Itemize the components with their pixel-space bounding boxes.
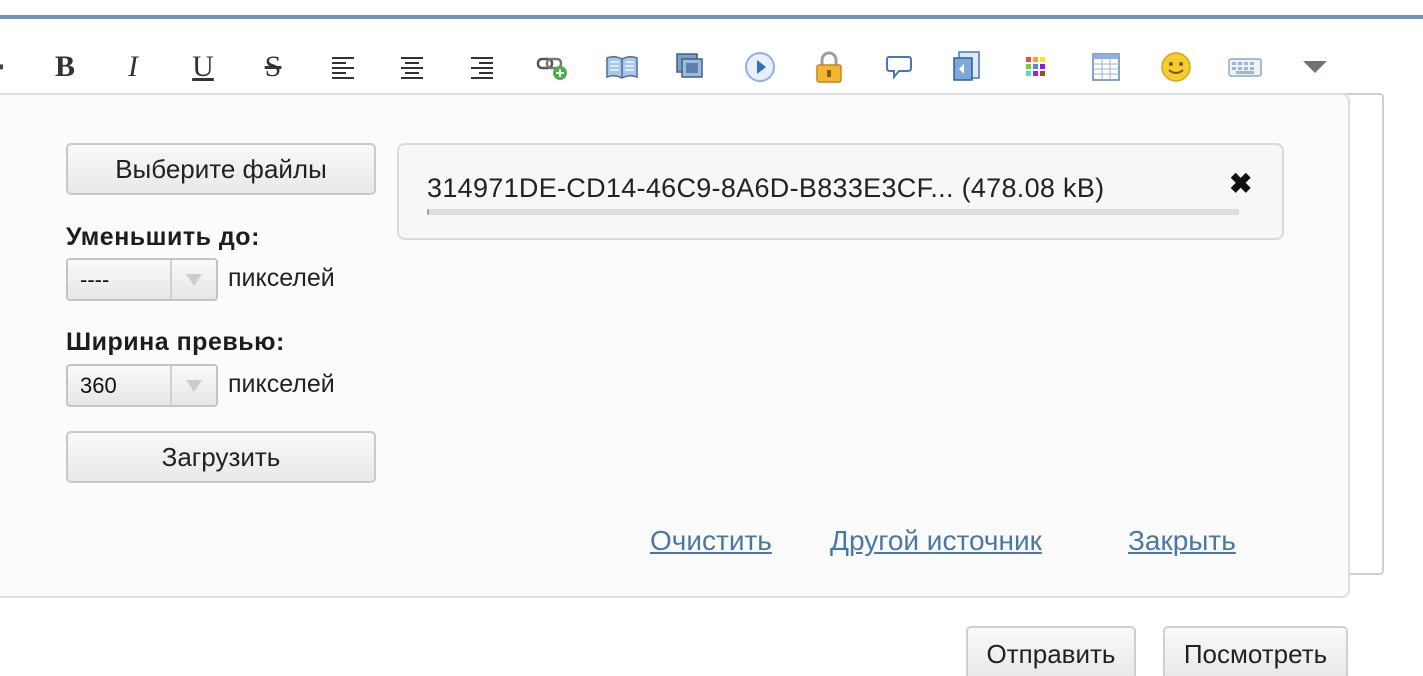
editor-toolbar: ▪ B I U S <box>0 40 1423 94</box>
speech-bubble-icon <box>886 56 912 80</box>
insert-document-button[interactable] <box>946 40 988 94</box>
strikethrough-label: S <box>264 50 282 83</box>
file-queue-item: 314971DE-CD14-46C9-8A6D-B833E3CF... (478… <box>397 143 1284 240</box>
insert-link-button[interactable] <box>531 40 573 94</box>
chevron-down-icon <box>186 273 202 286</box>
reduce-size-unit: пикселей <box>228 264 335 292</box>
upload-progress-fill <box>427 209 430 215</box>
align-center-icon <box>401 57 423 79</box>
smiley-icon <box>1161 52 1191 82</box>
align-left-icon <box>332 57 354 79</box>
submit-button[interactable]: Отправить <box>966 626 1136 676</box>
file-name: 314971DE-CD14-46C9-8A6D-B833E3CF... (478… <box>427 173 1105 203</box>
select-arrow <box>170 260 216 299</box>
book-icon <box>606 55 638 79</box>
preview-width-select[interactable]: 360 <box>66 364 218 407</box>
insert-smiley-button[interactable] <box>1155 40 1197 94</box>
table-icon <box>1092 53 1120 81</box>
underline-label: U <box>192 50 214 83</box>
top-divider <box>0 15 1423 19</box>
link-icon <box>536 57 567 80</box>
media-icon <box>745 52 775 82</box>
align-right-button[interactable] <box>461 40 503 94</box>
preview-width-value: 360 <box>80 373 117 398</box>
image-icon <box>676 53 703 78</box>
close-link[interactable]: Закрыть <box>1128 525 1236 557</box>
more-tools-button[interactable] <box>1294 40 1336 94</box>
strikethrough-button[interactable]: S <box>252 40 294 94</box>
insert-book-button[interactable] <box>601 40 643 94</box>
select-arrow <box>170 366 216 405</box>
color-grid-icon <box>1026 57 1045 76</box>
bold-label: B <box>54 50 75 83</box>
upload-button[interactable]: Загрузить <box>66 431 376 483</box>
clipped-toolbar-icon: ▪ <box>0 56 5 78</box>
italic-button[interactable]: I <box>112 40 154 94</box>
chevron-down-icon <box>186 379 202 392</box>
align-right-icon <box>471 57 493 79</box>
insert-lock-button[interactable] <box>808 40 850 94</box>
reduce-size-value: ---- <box>80 267 110 292</box>
insert-image-button[interactable] <box>670 40 712 94</box>
remove-file-icon[interactable]: ✖ <box>1229 167 1252 200</box>
choose-files-button[interactable]: Выберите файлы <box>66 143 376 195</box>
choose-files-label: Выберите файлы <box>115 153 327 184</box>
preview-width-unit: пикселей <box>228 370 335 398</box>
bold-button[interactable]: B <box>44 40 86 94</box>
lock-icon <box>816 51 842 83</box>
reduce-size-label: Уменьшить до: <box>66 223 260 251</box>
align-center-button[interactable] <box>391 40 433 94</box>
upload-progress-bar <box>427 209 1239 215</box>
clear-link[interactable]: Очистить <box>650 525 772 557</box>
submit-label: Отправить <box>986 638 1116 669</box>
insert-quote-button[interactable] <box>878 40 920 94</box>
more-dropdown-icon <box>1303 61 1327 73</box>
preview-label: Посмотреть <box>1183 638 1328 669</box>
preview-button[interactable]: Посмотреть <box>1163 626 1348 676</box>
other-source-link[interactable]: Другой источник <box>830 525 1042 557</box>
underline-button[interactable]: U <box>182 40 224 94</box>
reduce-size-select[interactable]: ---- <box>66 258 218 301</box>
preview-width-label: Ширина превью: <box>66 328 285 356</box>
upload-label: Загрузить <box>161 441 281 472</box>
insert-color-button[interactable] <box>1015 40 1057 94</box>
keyboard-icon <box>1228 58 1262 77</box>
align-left-button[interactable] <box>322 40 364 94</box>
insert-media-button[interactable] <box>739 40 781 94</box>
insert-table-button[interactable] <box>1085 40 1127 94</box>
insert-keyboard-button[interactable] <box>1224 40 1266 94</box>
document-icon <box>953 51 980 81</box>
italic-label: I <box>128 50 138 83</box>
